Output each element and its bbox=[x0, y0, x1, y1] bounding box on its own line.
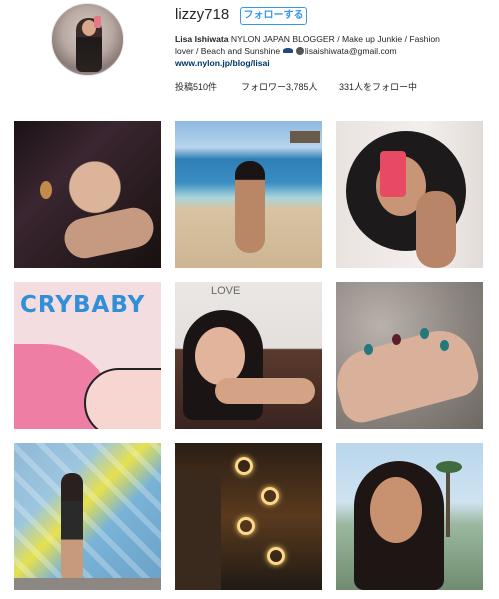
post-thumbnail-5[interactable]: LOVE bbox=[175, 282, 322, 429]
following-count[interactable]: 331人をフォロー中 bbox=[339, 80, 417, 93]
posts-count: 投稿510件 bbox=[175, 82, 218, 92]
photo-phone bbox=[380, 151, 406, 197]
photo-arm bbox=[215, 378, 315, 404]
profile-username: lizzy718 bbox=[175, 6, 230, 23]
photo-person bbox=[61, 473, 83, 583]
palm-tree bbox=[446, 467, 450, 537]
photo-hand bbox=[336, 323, 483, 427]
marquee-light bbox=[235, 457, 253, 475]
profile-bio: Lisa Ishiwata NYLON JAPAN BLOGGER / Make… bbox=[175, 33, 465, 69]
post-thumbnail-7[interactable] bbox=[14, 443, 161, 590]
palm-leaves bbox=[436, 461, 462, 473]
photo-person bbox=[235, 161, 265, 253]
avatar-phone bbox=[94, 16, 101, 28]
marquee-light bbox=[267, 547, 285, 565]
bio-email: lisaishiwata@gmail.com bbox=[304, 46, 397, 56]
post-thumbnail-6[interactable] bbox=[336, 282, 483, 429]
profile-avatar[interactable] bbox=[51, 3, 124, 76]
post-thumbnail-9[interactable] bbox=[336, 443, 483, 590]
post-thumbnail-8[interactable] bbox=[175, 443, 322, 590]
post-thumbnail-3[interactable] bbox=[336, 121, 483, 268]
post-thumbnail-4[interactable]: CRYBABY bbox=[14, 282, 161, 429]
crybaby-text: CRYBABY bbox=[20, 292, 146, 318]
photo-ground bbox=[14, 578, 161, 590]
follow-button[interactable]: フォローする bbox=[240, 7, 307, 25]
photo-pier bbox=[290, 131, 320, 143]
photo-arm bbox=[416, 191, 456, 268]
mural-wall bbox=[14, 443, 161, 583]
photo-face bbox=[370, 477, 422, 543]
photo-hand bbox=[60, 204, 158, 262]
love-sign: LOVE bbox=[211, 285, 241, 297]
marquee-light bbox=[261, 487, 279, 505]
nail-polish bbox=[392, 334, 401, 345]
bio-line-1: NYLON JAPAN BLOGGER / Make up Junkie / F… bbox=[230, 34, 440, 44]
photo-earring bbox=[40, 181, 52, 199]
illustration-face bbox=[84, 368, 161, 429]
profile-header: lizzy718 フォローする Lisa Ishiwata NYLON JAPA… bbox=[0, 0, 499, 110]
marquee-light bbox=[237, 517, 255, 535]
nail-polish bbox=[364, 344, 373, 355]
shark-emoji-icon bbox=[282, 48, 293, 53]
email-icon bbox=[295, 47, 304, 55]
followers-count[interactable]: フォロワー3,785人 bbox=[241, 80, 318, 93]
bio-line-2: lover / Beach and Sunshine bbox=[175, 46, 281, 56]
bio-name: Lisa Ishiwata bbox=[175, 34, 229, 44]
photo-grid: CRYBABY LOVE bbox=[14, 121, 486, 591]
nail-polish bbox=[440, 340, 449, 351]
post-thumbnail-1[interactable] bbox=[14, 121, 161, 268]
nail-polish bbox=[420, 328, 429, 339]
photo-face bbox=[195, 327, 245, 385]
photo-panel bbox=[175, 473, 221, 590]
post-thumbnail-2[interactable] bbox=[175, 121, 322, 268]
bio-link[interactable]: www.nylon.jp/blog/lisai bbox=[175, 57, 465, 69]
